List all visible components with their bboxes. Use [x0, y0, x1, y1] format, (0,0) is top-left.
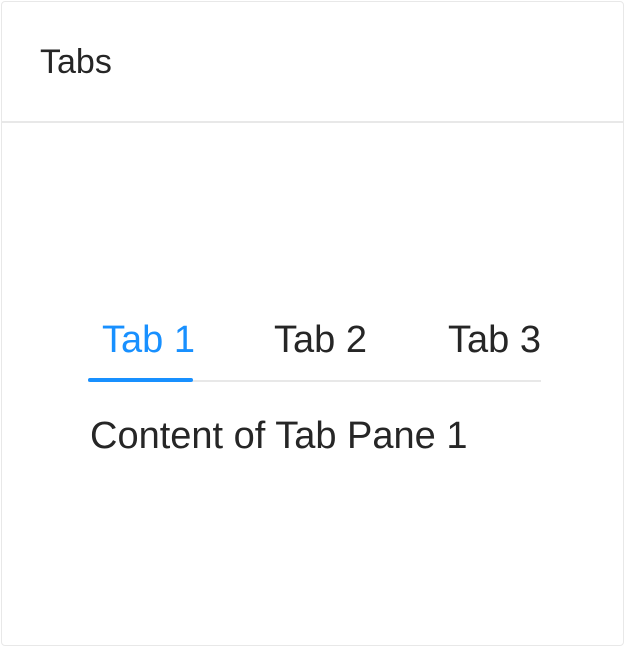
tab-2[interactable]: Tab 2: [274, 318, 367, 362]
active-tab-indicator: [88, 378, 193, 382]
card-title: Tabs: [40, 43, 112, 81]
card-header: Tabs: [2, 2, 623, 123]
tab-3[interactable]: Tab 3: [448, 318, 541, 362]
tab-1[interactable]: Tab 1: [102, 318, 195, 362]
tabs-card: Tabs Tab 1 Tab 2 Tab 3 Content of Tab Pa…: [1, 1, 624, 646]
tab-pane-content: Content of Tab Pane 1: [90, 415, 468, 457]
tab-bar: Tab 1 Tab 2 Tab 3: [88, 312, 541, 382]
tabs: Tab 1 Tab 2 Tab 3 Content of Tab Pane 1: [88, 312, 541, 457]
